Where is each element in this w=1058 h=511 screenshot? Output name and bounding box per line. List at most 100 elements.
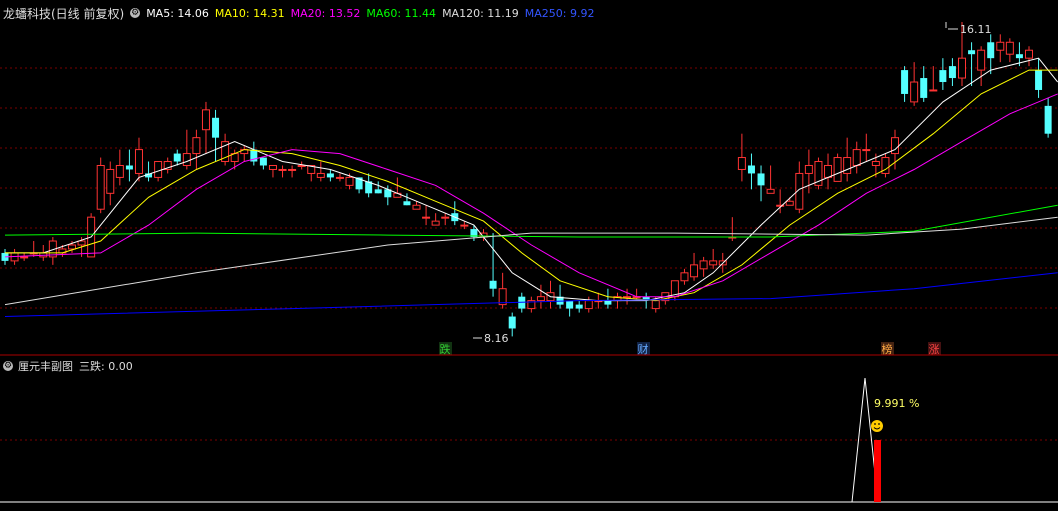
candle: [87, 213, 96, 258]
event-tag-label: 榜: [882, 342, 893, 356]
high-marker: 16.11: [945, 22, 992, 36]
ma5-line: [5, 57, 1058, 302]
candle: [173, 149, 181, 166]
ma10-line: [5, 69, 1058, 302]
ma20-legend: MA20: 13.52: [290, 6, 361, 20]
candle: [996, 34, 1005, 63]
event-tag: 榜: [881, 342, 894, 356]
candle: [326, 169, 334, 182]
smiley-icon: [871, 420, 883, 432]
price-grid: [0, 67, 1058, 309]
candle: [201, 101, 210, 154]
sub-indicator-value: 三跌: 0.00: [79, 360, 133, 373]
candle: [451, 201, 459, 226]
candle: [795, 161, 804, 214]
candle: [527, 296, 536, 313]
candle: [575, 300, 583, 313]
event-tag-label: 跌: [440, 342, 451, 356]
candle: [125, 149, 133, 182]
candle: [278, 165, 287, 178]
candle: [422, 205, 431, 226]
candle: [192, 129, 201, 170]
candle: [699, 256, 708, 277]
event-tag: 跌: [439, 342, 452, 356]
candle: [604, 288, 612, 309]
candle: [115, 149, 124, 186]
chart-header: 龙蟠科技(日线 前复权) ⚙ MA5: 14.06 MA10: 14.31 MA…: [3, 6, 601, 21]
chart-canvas: 16.11 8.16 跌 财 榜 涨 9.991 %: [0, 22, 1058, 503]
candle: [1024, 46, 1033, 67]
candle: [584, 296, 593, 313]
candle: [29, 241, 38, 257]
sub-panel-title: 厘元丰副图: [18, 360, 73, 373]
sub-percent-label: 9.991 %: [874, 397, 919, 410]
candle: [20, 252, 29, 261]
candle: [566, 300, 574, 317]
candle: [862, 133, 871, 162]
settings-gear-icon[interactable]: ⚙: [130, 8, 141, 18]
candle: [316, 161, 325, 182]
candle: [833, 153, 842, 182]
event-tag: 财: [637, 342, 650, 356]
candle: [1044, 97, 1052, 138]
event-tag: 涨: [928, 342, 941, 356]
candle: [709, 248, 718, 269]
high-price-label: 16.11: [960, 23, 992, 36]
candle: [536, 284, 545, 309]
candle: [221, 133, 230, 166]
candle: [881, 153, 890, 178]
moving-average-lines: [4, 57, 1058, 317]
event-tag-label: 财: [638, 342, 649, 356]
candle: [939, 58, 947, 90]
candle: [259, 157, 267, 170]
candle: [374, 181, 382, 194]
candle: [96, 157, 105, 214]
sub-panel-header: ⚙ 厘元丰副图 三跌: 0.00: [3, 358, 133, 374]
sub-settings-gear-icon[interactable]: ⚙: [3, 361, 13, 371]
candle: [163, 157, 172, 174]
low-price-label: 8.16: [484, 332, 509, 345]
candle: [948, 58, 956, 86]
candle: [757, 165, 765, 202]
candle: [441, 213, 450, 226]
ma60-legend: MA60: 11.44: [366, 6, 437, 20]
ma5-legend: MA5: 14.06: [146, 6, 209, 20]
candle: [288, 165, 297, 178]
candle: [843, 137, 852, 182]
candle: [1005, 38, 1014, 63]
candle: [1035, 58, 1043, 98]
candle: [747, 153, 755, 190]
ma10-legend: MA10: 14.31: [214, 6, 285, 20]
candle: [508, 312, 516, 337]
candle: [489, 233, 497, 297]
ma120-line: [4, 216, 1058, 306]
candle: [307, 164, 316, 182]
candle: [910, 62, 919, 106]
ma250-legend: MA250: 9.92: [524, 6, 595, 20]
ma60-line: [4, 204, 1058, 238]
candle: [968, 42, 976, 86]
candle: [737, 133, 746, 182]
candle: [431, 213, 440, 226]
candle: [824, 153, 833, 190]
candle: [479, 229, 488, 242]
candle: [852, 141, 861, 174]
candle: [268, 164, 277, 178]
candle: [690, 252, 699, 281]
candle: [335, 173, 344, 182]
candle: [106, 161, 115, 206]
ma20-line: [4, 93, 1058, 298]
candle: [929, 66, 938, 92]
candle: [212, 109, 220, 162]
ma120-legend: MA120: 11.19: [442, 6, 519, 20]
candle: [250, 141, 258, 166]
candle: [145, 161, 153, 182]
candle: [814, 157, 823, 190]
event-tags: 跌财榜涨: [439, 342, 941, 356]
candle: [680, 268, 689, 285]
candle: [182, 129, 191, 170]
candle: [134, 137, 143, 182]
candle: [403, 193, 411, 206]
candle: [623, 288, 632, 305]
event-tag-label: 涨: [929, 343, 940, 356]
